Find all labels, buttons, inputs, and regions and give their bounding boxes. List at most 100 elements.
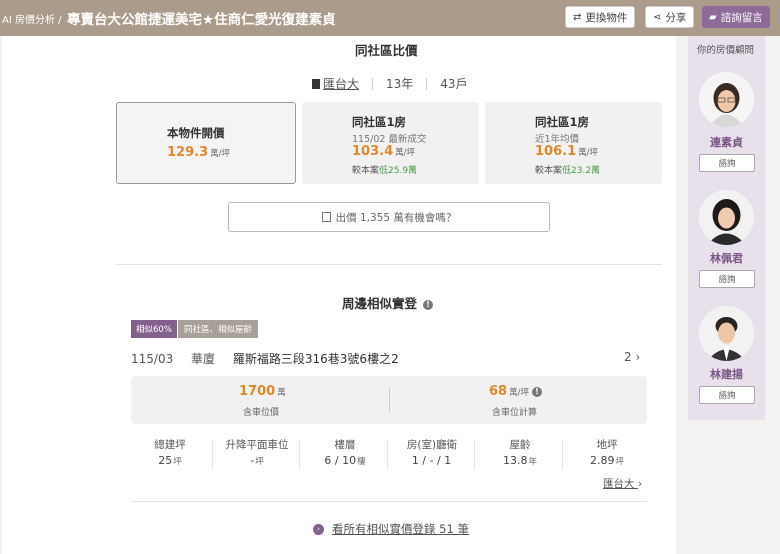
building-icon bbox=[312, 78, 320, 89]
share-label: 分享 bbox=[665, 11, 687, 24]
price-unit: 萬/坪 bbox=[395, 148, 415, 158]
price-unit: 萬/坪 bbox=[210, 149, 230, 159]
spec-label: 房(室)廳衛 bbox=[406, 439, 458, 451]
spec-number: 13.8 bbox=[502, 454, 528, 467]
consult-button[interactable]: 諮詢 bbox=[699, 154, 755, 172]
card-title: 本物件開價 bbox=[167, 126, 225, 140]
unit-price-value: 68 bbox=[489, 384, 508, 399]
card-diff: 較本案低23.2萬 bbox=[535, 163, 600, 176]
section-divider bbox=[131, 501, 647, 502]
share-button[interactable]: ⋖ 分享 bbox=[645, 6, 695, 28]
page-title: 專賣台大公館捷運美宅★住商仁愛光復建素貞 bbox=[67, 12, 336, 28]
change-property-label: 更換物件 bbox=[585, 11, 628, 24]
view-all-similar-link[interactable]: › 看所有相似實價登錄 51 筆 bbox=[313, 521, 469, 537]
card-price: 129.3 萬/坪 bbox=[167, 145, 230, 160]
similar-title-text: 周邊相似實登 bbox=[342, 296, 418, 311]
consult-button[interactable]: 諮詢 bbox=[699, 386, 755, 404]
consultant-name[interactable]: 連素貞 bbox=[688, 134, 765, 150]
recent-transaction-card[interactable]: 同社區1房 115/02 最新成交 103.4 萬/坪 較本案低25.9萬 bbox=[302, 102, 479, 184]
chevron-right-icon: › bbox=[635, 350, 641, 364]
similarity-tag: 相似60% bbox=[131, 320, 177, 338]
avatar[interactable] bbox=[699, 190, 754, 245]
community-link-text: 匯台大 bbox=[603, 478, 635, 490]
spec-unit: 年 bbox=[528, 457, 537, 467]
spec-value: -坪 bbox=[222, 454, 292, 467]
spec-value: 25坪 bbox=[135, 454, 205, 467]
price-summary-box: 1700 萬 含車位價 68 萬/坪! 含車位計算 bbox=[131, 376, 647, 424]
change-property-button[interactable]: ⇄ 更換物件 bbox=[565, 6, 636, 28]
spec-label: 地坪 bbox=[596, 439, 618, 451]
divider bbox=[389, 388, 390, 412]
community-age: 13年 bbox=[386, 77, 414, 91]
share-icon: ⋖ bbox=[653, 11, 662, 23]
transaction-address: 羅斯福路三段316巷3號6樓之2 bbox=[232, 352, 399, 366]
community-link[interactable]: 匯台大 bbox=[323, 75, 359, 92]
spec-label: 升降平面車位 bbox=[225, 439, 289, 451]
transaction-row[interactable]: 115/03 華廈 羅斯福路三段316巷3號6樓之2 bbox=[131, 350, 413, 367]
offer-price-button[interactable]: 出價 1,355 萬有機會嗎？ bbox=[228, 202, 550, 232]
price-value: 106.1 bbox=[535, 144, 577, 159]
consult-message-label: 諮詢留言 bbox=[720, 11, 763, 24]
card-title: 同社區1房 bbox=[352, 115, 407, 129]
card-price: 106.1 萬/坪 bbox=[535, 144, 598, 159]
spec-number: 25 bbox=[158, 454, 173, 467]
next-page-button[interactable]: 2 › bbox=[624, 350, 640, 364]
calculator-icon bbox=[321, 212, 331, 222]
card-diff: 較本案低25.9萬 bbox=[352, 163, 417, 176]
avatar[interactable] bbox=[699, 72, 754, 127]
diff-value: 低23.2萬 bbox=[562, 166, 601, 176]
price-value: 129.3 bbox=[167, 145, 209, 160]
spec-label: 總建坪 bbox=[154, 439, 186, 451]
diff-value: 低25.9萬 bbox=[379, 166, 418, 176]
info-icon[interactable]: ! bbox=[423, 300, 434, 310]
spec-unit: 坪 bbox=[615, 457, 624, 467]
criteria-tag: 同社區、相似屋齡 bbox=[178, 320, 259, 338]
consult-button[interactable]: 諮詢 bbox=[699, 270, 755, 288]
unit-price-label: 含車位計算 bbox=[492, 408, 538, 418]
card-title: 同社區1房 bbox=[535, 115, 590, 129]
community-meta: 匯台大 13年 43戶 bbox=[312, 75, 468, 92]
building-type: 華廈 bbox=[191, 352, 216, 366]
card-price: 103.4 萬/坪 bbox=[352, 144, 415, 159]
breadcrumb[interactable]: AI 房價分析 / bbox=[2, 11, 62, 26]
this-property-price-card: 本物件開價 129.3 萬/坪 bbox=[116, 102, 296, 184]
spec-value: 6 / 10樓 bbox=[310, 454, 380, 467]
swap-icon: ⇄ bbox=[573, 11, 582, 23]
chevron-right-circle-icon: › bbox=[313, 523, 324, 535]
avatar[interactable] bbox=[699, 306, 754, 361]
total-price-label: 含車位價 bbox=[243, 408, 280, 418]
spec-number: 6 / 10 bbox=[324, 454, 357, 467]
sidebar-header: 你的房價顧問 bbox=[697, 45, 755, 56]
column-divider bbox=[562, 440, 563, 470]
info-icon[interactable]: ! bbox=[531, 387, 542, 397]
section-divider bbox=[116, 264, 662, 265]
price-value: 103.4 bbox=[352, 144, 394, 159]
chevron-right-icon: › bbox=[637, 478, 643, 490]
community-detail-link[interactable]: 匯台大 › bbox=[603, 476, 642, 491]
total-price: 1700 萬 bbox=[239, 384, 286, 399]
view-all-label: 看所有相似實價登錄 51 筆 bbox=[332, 522, 469, 536]
consultant-name[interactable]: 林建揚 bbox=[688, 366, 765, 382]
price-unit: 萬/坪 bbox=[578, 148, 598, 158]
divider bbox=[426, 77, 428, 90]
offer-label: 出價 1,355 萬有機會嗎？ bbox=[335, 211, 457, 224]
consultant-name[interactable]: 林佩君 bbox=[688, 250, 765, 266]
column-divider bbox=[212, 440, 213, 470]
unit-price: 68 萬/坪! bbox=[489, 384, 542, 399]
spec-label: 屋齡 bbox=[509, 439, 531, 451]
consultant-sidebar: 你的房價顧問 連素貞 諮詢 林佩君 諮詢 林建揚 諮詢 bbox=[688, 36, 765, 420]
consult-message-button[interactable]: ▰ 諮詢留言 bbox=[702, 6, 770, 28]
diff-prefix: 較本案 bbox=[535, 166, 563, 176]
transaction-date: 115/03 bbox=[131, 352, 174, 366]
total-price-unit: 萬 bbox=[277, 388, 286, 398]
community-compare-title: 同社區比價 bbox=[355, 43, 418, 58]
yearly-average-card[interactable]: 同社區1房 近1年均價 106.1 萬/坪 較本案低23.2萬 bbox=[485, 102, 662, 184]
similar-transactions-title: 周邊相似實登! bbox=[342, 293, 434, 312]
spec-number: 1 / - / 1 bbox=[411, 454, 452, 467]
card-subtitle: 近1年均價 bbox=[535, 134, 580, 145]
spec-value: 13.8年 bbox=[485, 454, 555, 467]
page-number: 2 bbox=[624, 350, 632, 364]
spec-value: 1 / - / 1 bbox=[397, 454, 467, 467]
divider bbox=[372, 77, 374, 90]
spec-number: - bbox=[250, 454, 255, 467]
